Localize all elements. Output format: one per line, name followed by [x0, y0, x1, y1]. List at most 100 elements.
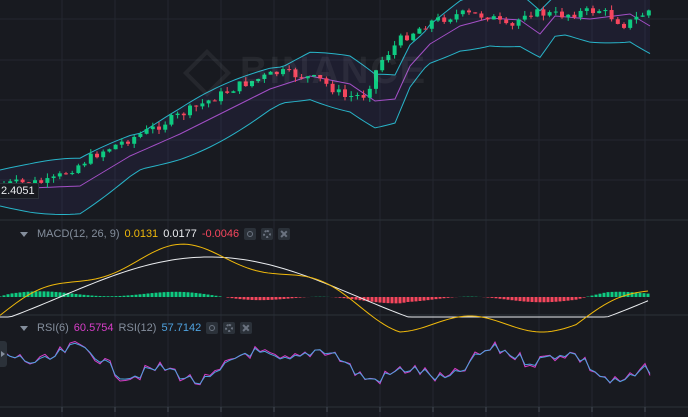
macd-histogram-bar	[566, 297, 570, 301]
rsi12-line	[0, 342, 651, 385]
macd-histogram-bar	[550, 297, 554, 302]
candle-body	[88, 153, 93, 164]
collapse-caret-icon[interactable]	[20, 325, 28, 331]
macd-histogram-bar	[50, 291, 54, 297]
macd-histogram-bar	[238, 297, 242, 300]
macd-histogram-bar	[234, 297, 238, 299]
macd-histogram-bar	[426, 297, 430, 301]
rsi-legend: RSI(6) 60.5754 RSI(12) 57.7142	[0, 322, 253, 334]
gear-icon[interactable]	[261, 228, 274, 240]
macd-histogram-bar	[298, 297, 302, 298]
macd-histogram-bar	[554, 297, 558, 302]
macd-histogram-bar	[258, 297, 262, 301]
macd-histogram-bar	[86, 295, 90, 297]
eye-icon[interactable]	[244, 228, 257, 240]
candle-body	[640, 15, 645, 17]
candle-body	[467, 10, 471, 13]
candle-body	[132, 136, 137, 144]
macd-title: MACD(12, 26, 9)	[37, 228, 120, 240]
macd-histogram-bar	[514, 297, 518, 301]
macd-histogram-bar	[38, 291, 42, 297]
macd-histogram-bar	[250, 297, 254, 300]
macd-histogram-bar	[246, 297, 250, 300]
candle-body	[516, 19, 521, 26]
candle-body	[504, 19, 509, 24]
macd-histogram-bar	[178, 291, 182, 297]
candle-body	[609, 10, 614, 20]
candle-body	[473, 12, 478, 14]
macd-histogram-bar	[606, 292, 610, 297]
candle-body	[355, 95, 360, 97]
rsi6-value: 60.5754	[73, 322, 114, 334]
macd-histogram-bar	[498, 297, 502, 299]
candle-body	[70, 173, 75, 175]
candle-body	[448, 19, 453, 22]
candle-body	[510, 23, 515, 26]
macd-histogram-bar	[506, 297, 510, 300]
candle-body	[622, 23, 626, 28]
candle-body	[163, 124, 168, 130]
candle-body	[157, 126, 161, 130]
gear-icon[interactable]	[223, 322, 236, 334]
candle-body	[479, 13, 484, 18]
macd-histogram-bar	[570, 297, 574, 301]
macd-histogram-bar	[186, 292, 190, 297]
candle-body	[113, 144, 118, 150]
macd-histogram-bar	[418, 297, 422, 302]
candle-body	[578, 10, 583, 18]
macd-histogram-bar	[94, 295, 98, 297]
candle-body	[429, 20, 434, 29]
candle-body	[150, 126, 155, 130]
close-icon[interactable]	[240, 322, 253, 334]
candle-body	[529, 15, 533, 17]
collapse-caret-icon[interactable]	[20, 231, 28, 237]
macd-histogram-bar	[494, 297, 498, 299]
macd-histogram-bar	[182, 292, 186, 297]
macd-histogram-bar	[374, 297, 378, 303]
macd-histogram-bar	[90, 295, 94, 297]
macd-histogram-bar	[114, 296, 118, 297]
eye-icon[interactable]	[206, 322, 219, 334]
macd-histogram-bar	[214, 295, 218, 297]
candle-body	[572, 14, 577, 18]
price-label: 2.4051	[0, 183, 39, 199]
close-icon[interactable]	[278, 228, 291, 240]
macd-histogram-bar	[350, 297, 354, 300]
macd-histogram-bar	[282, 297, 286, 299]
candle-body	[200, 103, 205, 107]
macd-histogram-bar	[354, 297, 358, 300]
macd-histogram-bar	[158, 292, 162, 297]
candle-body	[460, 10, 465, 15]
macd-histogram-bar	[414, 297, 418, 302]
expand-arrow-icon[interactable]	[0, 341, 7, 367]
candle-body	[212, 100, 217, 102]
candle-body	[646, 10, 651, 16]
macd-histogram-bar	[382, 297, 386, 303]
macd-histogram-bar	[562, 297, 566, 302]
macd-histogram-bar	[10, 293, 14, 297]
macd-hist-value: -0.0046	[201, 228, 240, 240]
macd-dea-line	[0, 256, 649, 318]
macd-histogram-bar	[434, 297, 438, 300]
macd-histogram-bar	[446, 297, 450, 298]
macd-histogram-bar	[602, 292, 606, 297]
macd-histogram-bar	[530, 297, 534, 302]
candle-body	[603, 10, 608, 12]
macd-histogram-bar	[138, 294, 142, 297]
macd-histogram-bar	[170, 291, 174, 297]
macd-histogram-bar	[118, 295, 122, 297]
macd-histogram-bar	[230, 297, 234, 299]
candle-body	[82, 163, 87, 166]
candle-body	[194, 105, 199, 107]
macd-histogram-bar	[574, 297, 578, 300]
macd-histogram-bar	[142, 293, 146, 297]
macd-histogram-bar	[522, 297, 526, 302]
macd-dif-value: 0.0131	[124, 228, 159, 240]
macd-dea-value: 0.0177	[163, 228, 197, 240]
candle-body	[144, 129, 149, 134]
candle-body	[584, 8, 589, 11]
macd-histogram-bar	[578, 297, 582, 299]
macd-histogram-bar	[42, 291, 46, 297]
macd-histogram-bar	[338, 297, 342, 298]
candle-body	[597, 11, 602, 14]
